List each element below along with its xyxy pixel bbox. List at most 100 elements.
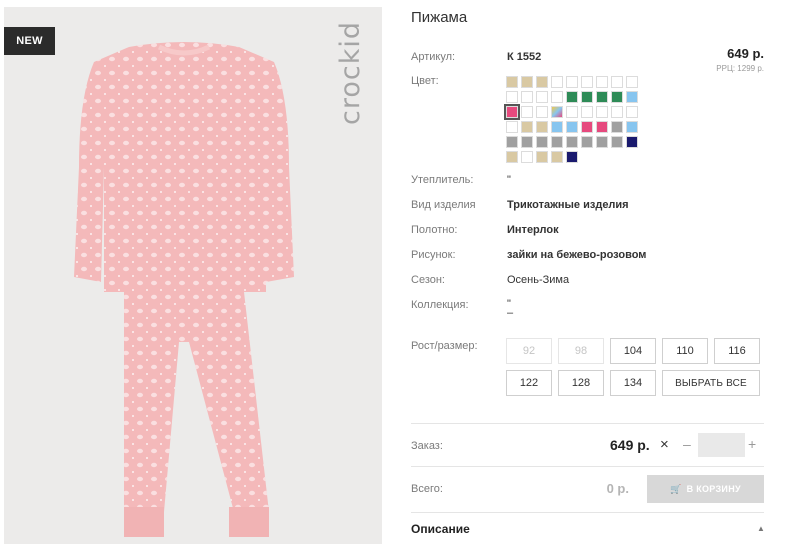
color-swatch[interactable] — [506, 136, 518, 148]
season-value: Осень-Зима — [507, 274, 570, 286]
size-option-116[interactable]: 116 — [714, 338, 760, 364]
brand-logo: crockid — [335, 21, 366, 125]
chevron-up-icon[interactable]: ▲ — [757, 524, 765, 533]
divider-order — [411, 423, 764, 424]
total-value: 0 р. — [606, 481, 629, 496]
select-all-sizes-button[interactable]: ВЫБРАТЬ ВСЕ — [662, 370, 760, 396]
color-swatch[interactable] — [536, 106, 548, 118]
color-swatch[interactable] — [551, 136, 563, 148]
color-swatch[interactable] — [596, 76, 608, 88]
color-label: Цвет: — [411, 75, 439, 87]
add-to-cart-label: В КОРЗИНУ — [686, 484, 741, 494]
color-swatch[interactable] — [551, 151, 563, 163]
pattern-value: зайки на бежево-розовом — [507, 249, 647, 261]
add-to-cart-button[interactable]: 🛒 В КОРЗИНУ — [647, 475, 764, 503]
fabric-label: Полотно: — [411, 224, 458, 236]
color-swatch[interactable] — [551, 121, 563, 133]
increment-button[interactable]: + — [748, 436, 756, 452]
size-option-92: 92 — [506, 338, 552, 364]
color-swatch[interactable] — [596, 136, 608, 148]
size-option-122[interactable]: 122 — [506, 370, 552, 396]
color-swatch[interactable] — [521, 121, 533, 133]
cart-icon: 🛒 — [670, 483, 682, 494]
color-swatch[interactable] — [521, 91, 533, 103]
color-swatch[interactable] — [611, 121, 623, 133]
color-swatch[interactable] — [504, 104, 520, 120]
divider-total — [411, 466, 764, 467]
article-label: Артикул: — [411, 51, 456, 63]
size-options: 92 98 104 110 116 122 128 134 ВЫБРАТЬ ВСЕ — [506, 338, 763, 396]
size-label: Рост/размер: — [411, 340, 478, 352]
color-swatch[interactable] — [521, 136, 533, 148]
color-swatch[interactable] — [521, 106, 533, 118]
order-price: 649 р. — [610, 437, 650, 453]
color-swatch[interactable] — [536, 151, 548, 163]
color-swatch[interactable] — [626, 91, 638, 103]
color-swatch[interactable] — [581, 121, 593, 133]
type-label: Вид изделия — [411, 199, 476, 211]
color-swatch[interactable] — [551, 106, 563, 118]
color-swatch[interactable] — [536, 91, 548, 103]
product-photo[interactable]: NEW crockid — [4, 7, 382, 544]
order-label: Заказ: — [411, 440, 443, 452]
color-swatch[interactable] — [626, 121, 638, 133]
decrement-button[interactable]: – — [683, 436, 691, 452]
color-swatch[interactable] — [596, 121, 608, 133]
color-swatch[interactable] — [581, 91, 593, 103]
color-swatch[interactable] — [521, 151, 533, 163]
insulation-label: Утеплитель: — [411, 174, 474, 186]
color-swatch[interactable] — [581, 136, 593, 148]
color-swatch[interactable] — [536, 76, 548, 88]
color-swatch[interactable] — [626, 76, 638, 88]
collection-value-dash: – — [507, 307, 514, 319]
pajama-illustration — [74, 42, 294, 537]
color-swatch[interactable] — [551, 91, 563, 103]
size-option-110[interactable]: 110 — [662, 338, 708, 364]
color-swatch[interactable] — [506, 76, 518, 88]
color-swatch[interactable] — [506, 121, 518, 133]
color-swatch[interactable] — [581, 106, 593, 118]
color-swatch[interactable] — [506, 151, 518, 163]
color-swatch[interactable] — [536, 136, 548, 148]
color-swatch[interactable] — [521, 76, 533, 88]
color-swatch[interactable] — [596, 106, 608, 118]
product-title: Пижама — [411, 9, 468, 26]
color-swatch[interactable] — [581, 76, 593, 88]
season-label: Сезон: — [411, 274, 445, 286]
color-swatches — [504, 76, 638, 163]
color-swatch[interactable] — [566, 106, 578, 118]
article-value: К 1552 — [507, 51, 542, 63]
total-label: Всего: — [411, 483, 443, 495]
quantity-input[interactable] — [698, 433, 745, 457]
size-option-98: 98 — [558, 338, 604, 364]
type-value: Трикотажные изделия — [507, 199, 629, 211]
color-swatch[interactable] — [611, 91, 623, 103]
size-option-104[interactable]: 104 — [610, 338, 656, 364]
color-swatch[interactable] — [566, 76, 578, 88]
product-price: 649 р. — [727, 46, 764, 61]
color-swatch[interactable] — [566, 151, 578, 163]
collection-label: Коллекция: — [411, 299, 469, 311]
size-option-128[interactable]: 128 — [558, 370, 604, 396]
color-swatch[interactable] — [596, 91, 608, 103]
color-swatch[interactable] — [566, 121, 578, 133]
rrp-price: РРЦ: 1299 р. — [716, 64, 764, 73]
color-swatch[interactable] — [506, 91, 518, 103]
new-badge: NEW — [4, 27, 55, 55]
color-swatch[interactable] — [626, 106, 638, 118]
color-swatch[interactable] — [611, 106, 623, 118]
color-swatch[interactable] — [626, 136, 638, 148]
description-title[interactable]: Описание — [411, 522, 470, 536]
color-swatch[interactable] — [551, 76, 563, 88]
color-swatch[interactable] — [566, 136, 578, 148]
size-option-134[interactable]: 134 — [610, 370, 656, 396]
color-swatch[interactable] — [611, 136, 623, 148]
divider-description — [411, 512, 764, 513]
remove-icon[interactable]: × — [660, 436, 669, 453]
color-swatch[interactable] — [536, 121, 548, 133]
color-swatch[interactable] — [611, 76, 623, 88]
fabric-value: Интерлок — [507, 224, 559, 236]
pattern-label: Рисунок: — [411, 249, 456, 261]
color-swatch[interactable] — [566, 91, 578, 103]
insulation-value: " — [507, 174, 511, 186]
